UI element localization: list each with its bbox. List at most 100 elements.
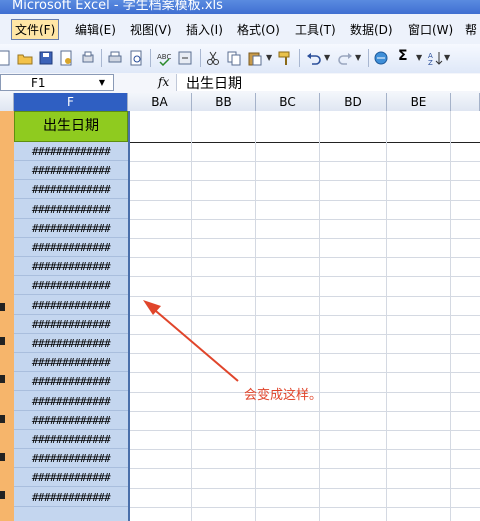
menu-help[interactable]: 帮 — [465, 21, 477, 38]
column-header-BA[interactable]: BA — [128, 93, 192, 111]
overflow-cell[interactable]: ############# — [14, 276, 128, 296]
menu-file[interactable]: 文件(F) — [11, 19, 60, 40]
format-painter-icon[interactable] — [277, 50, 293, 66]
sort-dropdown-icon[interactable]: ▼ — [444, 53, 450, 62]
spelling-icon[interactable]: ABC — [156, 50, 172, 66]
paste-dropdown-icon[interactable]: ▼ — [266, 53, 272, 62]
print-preview-icon[interactable] — [80, 50, 96, 66]
overflow-cell[interactable]: ############# — [14, 488, 128, 507]
hyperlink-icon[interactable] — [374, 50, 390, 66]
autosum-icon[interactable]: Σ — [398, 48, 414, 64]
overflow-cell[interactable]: ############# — [14, 180, 128, 200]
grid-line — [128, 161, 480, 163]
overflow-cell[interactable]: ############# — [14, 468, 128, 488]
toolbar-separator — [299, 49, 300, 67]
grid-line — [128, 334, 480, 335]
column-header-next[interactable] — [451, 93, 480, 111]
toolbar-separator — [101, 49, 102, 67]
overflow-cell[interactable]: ############# — [14, 200, 128, 219]
translate-icon[interactable] — [177, 50, 193, 66]
new-icon[interactable] — [0, 50, 12, 66]
research-icon[interactable] — [128, 50, 144, 66]
print-icon[interactable] — [107, 50, 123, 66]
menu-format[interactable]: 格式(O) — [237, 21, 280, 38]
overflow-cell[interactable]: ############# — [14, 296, 128, 315]
grid-line — [191, 111, 192, 521]
overflow-cell[interactable]: ############# — [14, 392, 128, 411]
menu-window[interactable]: 窗口(W) — [408, 21, 453, 38]
menu-insert[interactable]: 插入(I) — [186, 21, 223, 38]
grid-line — [128, 257, 480, 259]
menu-tools[interactable]: 工具(T) — [295, 21, 336, 38]
grid-line — [128, 238, 480, 239]
annotation-text: 会变成这样。 — [244, 388, 323, 403]
save-icon[interactable] — [38, 50, 54, 66]
grid-line — [450, 111, 451, 521]
overflow-cell[interactable]: ############# — [14, 257, 128, 277]
copy-icon[interactable] — [226, 50, 242, 66]
overflow-cell[interactable]: ############# — [14, 372, 128, 392]
overflow-cell[interactable]: ############# — [14, 449, 128, 469]
menu-data[interactable]: 数据(D) — [350, 21, 393, 38]
undo-dropdown-icon[interactable]: ▼ — [324, 53, 330, 62]
toolbar-separator — [368, 49, 369, 67]
grid-line — [128, 314, 480, 316]
overflow-cell[interactable]: ############# — [14, 219, 128, 238]
grid-line — [128, 410, 480, 412]
grid-line — [128, 353, 480, 355]
header-row — [128, 111, 480, 143]
overflow-cell[interactable]: ############# — [14, 142, 128, 161]
undo-icon[interactable] — [306, 50, 322, 66]
grid-line — [128, 468, 480, 470]
column-header-BB[interactable]: BB — [192, 93, 256, 111]
overflow-cell[interactable]: ############# — [14, 161, 128, 181]
toolbar-separator — [150, 49, 151, 67]
column-header-BE[interactable]: BE — [387, 93, 451, 111]
overflow-cell[interactable]: ############# — [14, 430, 128, 449]
row-marker — [0, 375, 5, 383]
cell-F1-birthdate-header[interactable]: 出生日期 — [14, 111, 128, 142]
row-headers[interactable] — [0, 111, 14, 521]
row-marker — [0, 415, 5, 423]
overflow-cell[interactable]: ############# — [14, 315, 128, 334]
open-icon[interactable] — [17, 50, 33, 66]
overflow-cell[interactable]: ############# — [14, 353, 128, 373]
grid-line — [386, 111, 387, 521]
name-box-value: F1 — [31, 76, 46, 90]
cut-icon[interactable] — [205, 50, 221, 66]
name-box-dropdown-icon[interactable]: ▼ — [99, 78, 105, 87]
worksheet-grid[interactable] — [128, 111, 480, 521]
column-header-BD[interactable]: BD — [320, 93, 387, 111]
redo-icon[interactable] — [337, 50, 353, 66]
svg-text:Z: Z — [428, 59, 433, 66]
column-header-BC[interactable]: BC — [256, 93, 320, 111]
name-box[interactable]: F1 ▼ — [0, 74, 114, 91]
autosum-dropdown-icon[interactable]: ▼ — [416, 53, 422, 62]
grid-line — [128, 199, 480, 201]
grid-line — [319, 111, 320, 521]
insert-function-icon[interactable]: fx — [158, 75, 169, 89]
permission-icon[interactable] — [58, 50, 74, 66]
svg-text:ABC: ABC — [157, 53, 171, 61]
overflow-cell[interactable]: ############# — [14, 334, 128, 353]
sort-ascending-icon[interactable]: AZ — [428, 50, 444, 66]
standard-toolbar: ABC ▼ ▼ ▼ Σ ▼ AZ ▼ — [0, 44, 480, 74]
paste-icon[interactable] — [247, 50, 263, 66]
row-marker — [0, 303, 5, 311]
grid-line — [128, 430, 480, 431]
column-headers: F BA BB BC BD BE — [0, 93, 480, 112]
grid-line — [128, 506, 480, 508]
menu-view[interactable]: 视图(V) — [130, 21, 172, 38]
menu-edit[interactable]: 编辑(E) — [75, 21, 116, 38]
redo-dropdown-icon[interactable]: ▼ — [355, 53, 361, 62]
grid-line — [128, 276, 480, 278]
overflow-cell[interactable]: ############# — [14, 411, 128, 430]
window-title-bar: Microsoft Excel - 学生档案模板.xls — [0, 0, 480, 14]
grid-line — [128, 449, 480, 451]
select-all-corner[interactable] — [0, 93, 14, 111]
grid-line — [255, 111, 256, 521]
row-marker — [0, 337, 5, 345]
overflow-cell[interactable]: ############# — [14, 238, 128, 257]
column-header-F[interactable]: F — [14, 93, 128, 111]
grid-line — [128, 372, 480, 374]
